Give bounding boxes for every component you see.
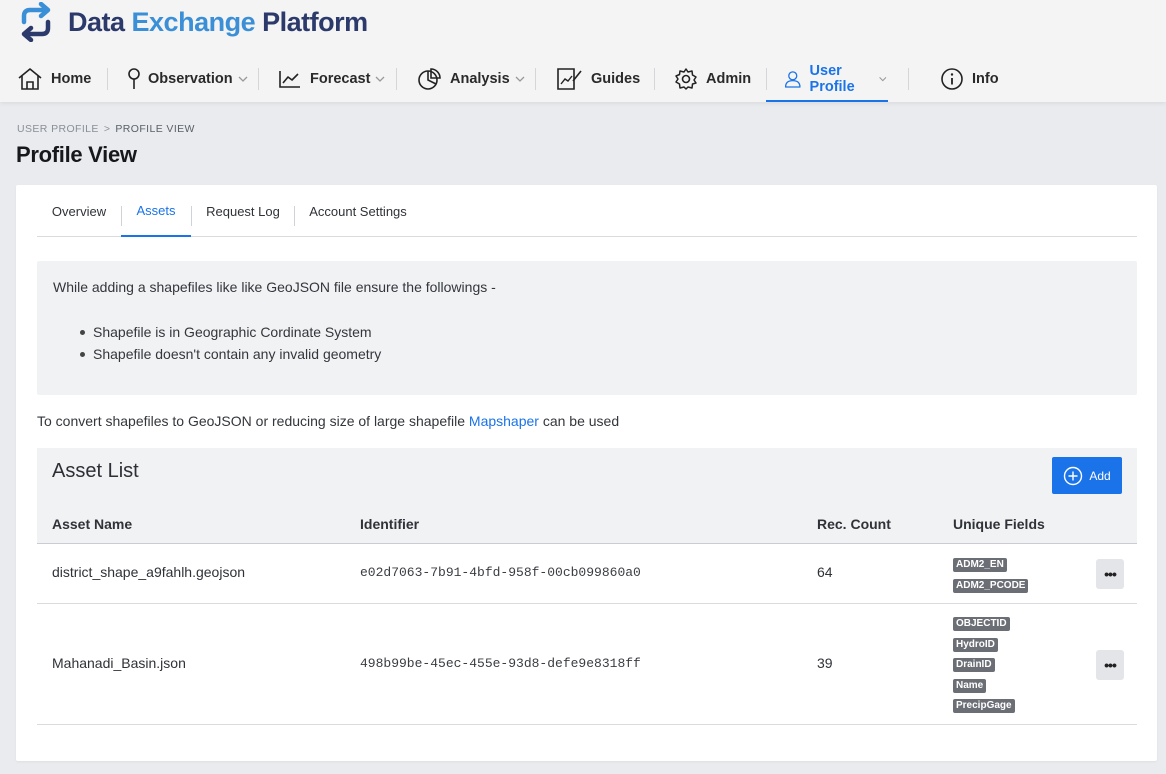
tab-account-settings[interactable]: Account Settings	[294, 185, 422, 237]
breadcrumb-separator: >	[103, 123, 111, 135]
chevron-down-icon	[375, 76, 385, 82]
asset-name: Mahanadi_Basin.json	[52, 655, 186, 671]
nav-info[interactable]: Info	[940, 56, 999, 102]
notice-heading: While adding a shapefiles like like GeoJ…	[53, 279, 496, 295]
convert-note: To convert shapefiles to GeoJSON or redu…	[37, 413, 619, 429]
column-header-identifier: Identifier	[360, 516, 420, 532]
nav-forecast-label: Forecast	[310, 71, 371, 87]
field-badge: HydroID	[953, 637, 998, 652]
home-icon	[18, 68, 42, 90]
nav-divider	[107, 68, 108, 90]
asset-identifier: 498b99be-45ec-455e-93d8-defe9e8318ff	[360, 656, 641, 671]
row-actions-button[interactable]: •••	[1096, 559, 1124, 589]
breadcrumb-parent[interactable]: USER PROFILE	[17, 123, 99, 135]
nav-analysis[interactable]: Analysis	[416, 56, 526, 102]
nav-analysis-label: Analysis	[450, 71, 510, 87]
nav-divider	[654, 68, 655, 90]
nav-home[interactable]: Home	[17, 56, 91, 102]
nav-guides[interactable]: Guides	[555, 56, 640, 102]
document-chart-icon	[557, 68, 582, 90]
table-row: Mahanadi_Basin.json 498b99be-45ec-455e-9…	[37, 604, 1137, 725]
info-icon	[941, 68, 963, 90]
table-row: district_shape_a9fahlh.geojson e02d7063-…	[37, 544, 1137, 604]
mapshaper-link[interactable]: Mapshaper	[469, 413, 539, 429]
record-count: 39	[817, 655, 833, 671]
gear-icon	[675, 68, 697, 90]
column-header-rec-count: Rec. Count	[817, 516, 891, 532]
nav-info-label: Info	[972, 71, 999, 87]
nav-user-profile-label: User Profile	[809, 63, 855, 95]
nav-divider	[535, 68, 536, 90]
record-count: 64	[817, 564, 833, 580]
page-title: Profile View	[16, 142, 137, 167]
profile-card: Overview Assets Request Log Account Sett…	[16, 185, 1157, 761]
chevron-down-icon	[879, 77, 887, 82]
field-badge: Name	[953, 678, 987, 693]
asset-table-header: Asset Name Identifier Rec. Count Unique …	[37, 504, 1137, 544]
field-badge: ADM2_PCODE	[953, 578, 1029, 593]
tab-bar: Overview Assets Request Log Account Sett…	[37, 185, 1137, 237]
tab-assets[interactable]: Assets	[121, 185, 191, 237]
field-badge: ADM2_EN	[953, 558, 1007, 572]
nav-observation[interactable]: Observation	[126, 56, 249, 102]
column-header-unique-fields: Unique Fields	[953, 516, 1045, 532]
pie-chart-icon	[418, 68, 441, 90]
row-actions-button[interactable]: •••	[1096, 650, 1124, 680]
tab-request-log[interactable]: Request Log	[191, 185, 295, 237]
add-button-label: Add	[1089, 468, 1111, 483]
nav-observation-label: Observation	[148, 71, 233, 87]
sync-arrows-icon	[21, 2, 51, 42]
chevron-down-icon	[515, 76, 525, 82]
chevron-down-icon	[238, 76, 248, 82]
field-badge: OBJECTID	[953, 617, 1010, 631]
plus-circle-icon	[1064, 466, 1083, 485]
breadcrumb: USER PROFILE > PROFILE VIEW	[17, 123, 195, 135]
nav-divider	[908, 68, 909, 90]
location-pin-icon	[128, 68, 140, 89]
nav-user-profile[interactable]: User Profile	[766, 56, 888, 102]
tab-overview[interactable]: Overview	[37, 185, 121, 237]
nav-home-label: Home	[51, 71, 92, 87]
nav-divider	[396, 68, 397, 90]
convert-text: To convert shapefiles to GeoJSON or redu…	[37, 413, 469, 429]
brand-title: Data Exchange Platform	[68, 7, 368, 37]
asset-name: district_shape_a9fahlh.geojson	[52, 564, 246, 580]
breadcrumb-current: PROFILE VIEW	[115, 123, 195, 135]
shapefile-notice: While adding a shapefiles like like GeoJ…	[37, 261, 1137, 395]
asset-list-header: Asset List Add	[37, 448, 1137, 504]
top-header: Data Exchange Platform Home Observation …	[0, 0, 1166, 102]
notice-item: Shapefile is in Geographic Cordinate Sys…	[79, 321, 381, 343]
notice-item: Shapefile doesn't contain any invalid ge…	[79, 343, 381, 365]
add-asset-button[interactable]: Add	[1052, 457, 1122, 494]
unique-fields: OBJECTID HydroID DrainID Name PrecipGage	[953, 617, 1015, 720]
nav-admin-label: Admin	[706, 71, 752, 87]
nav-forecast[interactable]: Forecast	[278, 56, 386, 102]
notice-list: Shapefile is in Geographic Cordinate Sys…	[79, 321, 381, 365]
nav-guides-label: Guides	[591, 71, 641, 87]
brand[interactable]: Data Exchange Platform	[18, 2, 368, 42]
nav-divider	[258, 68, 259, 90]
nav-admin[interactable]: Admin	[674, 56, 751, 102]
column-header-asset-name: Asset Name	[52, 516, 133, 532]
unique-fields: ADM2_EN ADM2_PCODE	[953, 558, 1029, 599]
asset-list-title: Asset List	[52, 460, 139, 482]
user-icon	[784, 71, 801, 88]
line-chart-icon	[279, 71, 300, 88]
convert-text-end: can be used	[538, 413, 620, 429]
field-badge: PrecipGage	[953, 699, 1015, 713]
field-badge: DrainID	[953, 658, 995, 672]
asset-identifier: e02d7063-7b91-4bfd-958f-00cb099860a0	[360, 565, 641, 580]
